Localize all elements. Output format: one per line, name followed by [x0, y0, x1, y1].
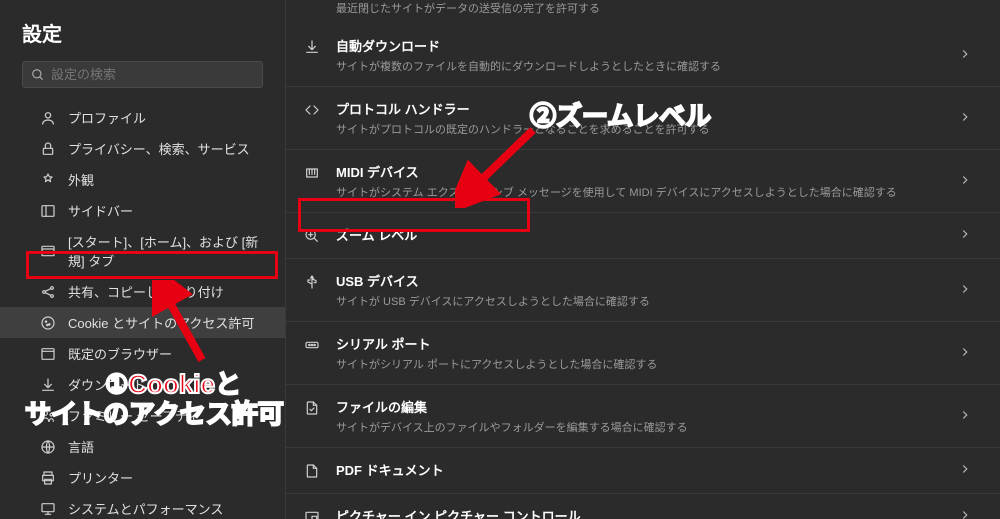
- sidebar-item-label: サイドバー: [68, 201, 133, 220]
- sidebar-item-lock[interactable]: プライバシー、検索、サービス: [0, 133, 285, 164]
- setting-desc: サイトがデバイス上のファイルやフォルダーを編集する場合に確認する: [336, 419, 958, 435]
- profile-icon: [40, 110, 56, 126]
- zoom-icon: [302, 226, 322, 246]
- sidebar-item-tabs[interactable]: [スタート]、[ホーム]、および [新規] タブ: [0, 226, 285, 276]
- sidebar-item-label: ダウンロード: [68, 375, 146, 394]
- setting-desc: サイトがプロトコルの既定のハンドラーとなることを求めることを許可する: [336, 121, 958, 137]
- setting-text: MIDI デバイスサイトがシステム エクスクルーシブ メッセージを使用して MI…: [336, 162, 958, 200]
- sidebar-item-cookies[interactable]: Cookie とサイトのアクセス許可: [0, 307, 285, 338]
- language-icon: [40, 439, 56, 455]
- sidebar-item-label: [スタート]、[ホーム]、および [新規] タブ: [68, 232, 263, 270]
- midi-icon: [302, 163, 322, 183]
- setting-desc: サイトが複数のファイルを自動的にダウンロードしようとしたときに確認する: [336, 58, 958, 74]
- setting-row-pip[interactable]: ピクチャー イン ピクチャー コントロール: [286, 494, 1000, 519]
- setting-row-midi[interactable]: MIDI デバイスサイトがシステム エクスクルーシブ メッセージを使用して MI…: [286, 150, 1000, 213]
- setting-row-file[interactable]: ファイルの編集サイトがデバイス上のファイルやフォルダーを編集する場合に確認する: [286, 385, 1000, 448]
- sidebar-item-label: プリンター: [68, 468, 133, 487]
- sidebar-item-browser[interactable]: 既定のブラウザー: [0, 338, 285, 369]
- sidebar-item-label: プロファイル: [68, 108, 146, 127]
- sidebar-item-label: 言語: [68, 437, 94, 456]
- setting-title: シリアル ポート: [336, 334, 958, 353]
- settings-main: 最近閉じたサイトがデータの送受信の完了を許可する 自動ダウンロードサイトが複数の…: [286, 0, 1000, 519]
- chevron-right-icon: [958, 408, 972, 425]
- share-icon: [40, 284, 56, 300]
- setting-title: PDF ドキュメント: [336, 460, 958, 479]
- setting-row-download[interactable]: 自動ダウンロードサイトが複数のファイルを自動的にダウンロードしようとしたときに確…: [286, 24, 1000, 87]
- serial-icon: [302, 335, 322, 355]
- chevron-right-icon: [958, 508, 972, 519]
- sidebar-item-label: 共有、コピーして貼り付け: [68, 282, 224, 301]
- sidebar-item-label: ファミリー セーフティ: [68, 406, 200, 425]
- sidebar-item-printer[interactable]: プリンター: [0, 462, 285, 493]
- family-icon: [40, 408, 56, 424]
- protocol-icon: [302, 100, 322, 120]
- system-icon: [40, 501, 56, 517]
- chevron-right-icon: [958, 227, 972, 244]
- sidebar-item-sidebar[interactable]: サイドバー: [0, 195, 285, 226]
- setting-row-zoom[interactable]: ズーム レベル: [286, 213, 1000, 259]
- sidebar-item-share[interactable]: 共有、コピーして貼り付け: [0, 276, 285, 307]
- browser-icon: [40, 346, 56, 362]
- sidebar-item-system[interactable]: システムとパフォーマンス: [0, 493, 285, 519]
- cookies-icon: [40, 315, 56, 331]
- setting-row-usb[interactable]: USB デバイスサイトが USB デバイスにアクセスしようとした場合に確認する: [286, 259, 1000, 322]
- setting-text: USB デバイスサイトが USB デバイスにアクセスしようとした場合に確認する: [336, 271, 958, 309]
- sidebar-item-profile[interactable]: プロファイル: [0, 102, 285, 133]
- sidebar-item-appearance[interactable]: 外観: [0, 164, 285, 195]
- setting-title: プロトコル ハンドラー: [336, 99, 958, 118]
- setting-text: プロトコル ハンドラーサイトがプロトコルの既定のハンドラーとなることを求めること…: [336, 99, 958, 137]
- chevron-right-icon: [958, 345, 972, 362]
- setting-text: ピクチャー イン ピクチャー コントロール: [336, 506, 958, 519]
- settings-search-box[interactable]: [22, 61, 263, 88]
- sidebar-item-language[interactable]: 言語: [0, 431, 285, 462]
- pdf-icon: [302, 461, 322, 481]
- setting-row-protocol[interactable]: プロトコル ハンドラーサイトがプロトコルの既定のハンドラーとなることを求めること…: [286, 87, 1000, 150]
- setting-title: USB デバイス: [336, 271, 958, 290]
- setting-desc: サイトがシステム エクスクルーシブ メッセージを使用して MIDI デバイスにア…: [336, 184, 958, 200]
- setting-title: 自動ダウンロード: [336, 36, 958, 55]
- chevron-right-icon: [958, 110, 972, 127]
- download-icon: [40, 377, 56, 393]
- setting-title: MIDI デバイス: [336, 162, 958, 181]
- printer-icon: [40, 470, 56, 486]
- usb-icon: [302, 272, 322, 292]
- setting-text: シリアル ポートサイトがシリアル ポートにアクセスしようとした場合に確認する: [336, 334, 958, 372]
- chevron-right-icon: [958, 173, 972, 190]
- appearance-icon: [40, 172, 56, 188]
- settings-sidebar: 設定 プロファイルプライバシー、検索、サービス外観サイドバー [スタート]、[ホー…: [0, 0, 286, 519]
- sidebar-item-label: 外観: [68, 170, 94, 189]
- download-icon: [302, 37, 322, 57]
- chevron-right-icon: [958, 47, 972, 64]
- setting-text: ズーム レベル: [336, 225, 958, 244]
- setting-row-pdf[interactable]: PDF ドキュメント: [286, 448, 1000, 494]
- sidebar-item-label: プライバシー、検索、サービス: [68, 139, 250, 158]
- file-icon: [302, 398, 322, 418]
- search-icon: [31, 68, 45, 82]
- setting-desc: サイトが USB デバイスにアクセスしようとした場合に確認する: [336, 293, 958, 309]
- setting-desc: サイトがシリアル ポートにアクセスしようとした場合に確認する: [336, 356, 958, 372]
- sidebar-item-family[interactable]: ファミリー セーフティ: [0, 400, 285, 431]
- sidebar-item-label: システムとパフォーマンス: [68, 499, 223, 518]
- sidebar-item-label: Cookie とサイトのアクセス許可: [68, 313, 254, 332]
- setting-title: ファイルの編集: [336, 397, 958, 416]
- tabs-icon: [40, 243, 56, 259]
- setting-text: PDF ドキュメント: [336, 460, 958, 479]
- setting-title: ピクチャー イン ピクチャー コントロール: [336, 506, 958, 519]
- setting-text: 自動ダウンロードサイトが複数のファイルを自動的にダウンロードしようとしたときに確…: [336, 36, 958, 74]
- chevron-right-icon: [958, 462, 972, 479]
- lock-icon: [40, 141, 56, 157]
- partial-prev-desc: 最近閉じたサイトがデータの送受信の完了を許可する: [286, 0, 1000, 24]
- sidebar-item-download[interactable]: ダウンロード: [0, 369, 285, 400]
- setting-title: ズーム レベル: [336, 225, 958, 244]
- sidebar-item-label: 既定のブラウザー: [68, 344, 172, 363]
- pip-icon: [302, 507, 322, 519]
- sidebar-icon: [40, 203, 56, 219]
- chevron-right-icon: [958, 282, 972, 299]
- sidebar-title: 設定: [0, 18, 285, 61]
- setting-row-serial[interactable]: シリアル ポートサイトがシリアル ポートにアクセスしようとした場合に確認する: [286, 322, 1000, 385]
- setting-text: ファイルの編集サイトがデバイス上のファイルやフォルダーを編集する場合に確認する: [336, 397, 958, 435]
- settings-search-input[interactable]: [51, 67, 254, 82]
